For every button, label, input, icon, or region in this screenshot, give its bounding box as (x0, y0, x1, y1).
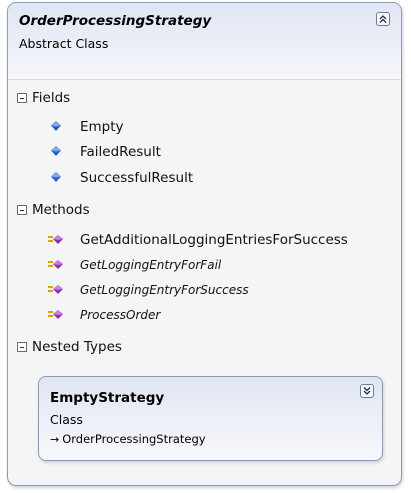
class-shape[interactable]: OrderProcessingStrategy Abstract Class F… (7, 2, 402, 486)
method-item[interactable]: GetLoggingEntryForFail (48, 255, 221, 275)
method-icon (48, 260, 63, 269)
class-stereotype: Abstract Class (19, 36, 109, 51)
inheritance-arrow-icon: → (50, 432, 60, 446)
double-chevron-down-icon (363, 387, 371, 395)
field-icon (51, 121, 61, 131)
field-item[interactable]: SuccessfulResult (48, 168, 193, 188)
method-icon (48, 235, 63, 244)
class-header: OrderProcessingStrategy Abstract Class (8, 3, 401, 80)
method-name: GetAdditionalLoggingEntriesForSuccess (80, 232, 348, 248)
field-icon (51, 146, 61, 156)
expand-button[interactable] (360, 384, 374, 398)
methods-label: Methods (32, 202, 90, 218)
fields-label: Fields (32, 90, 71, 106)
method-name: ProcessOrder (80, 308, 161, 322)
collapse-toggle-icon[interactable] (17, 205, 27, 215)
double-chevron-up-icon (379, 15, 387, 23)
collapse-toggle-icon[interactable] (17, 342, 27, 352)
method-name: GetLoggingEntryForFail (80, 258, 222, 272)
field-icon (51, 172, 61, 182)
method-name: GetLoggingEntryForSuccess (80, 283, 249, 297)
nested-class-base: → OrderProcessingStrategy (50, 432, 206, 446)
nested-class-name[interactable]: EmptyStrategy (50, 390, 164, 406)
field-name: SuccessfulResult (80, 170, 194, 186)
method-item[interactable]: GetAdditionalLoggingEntriesForSuccess (48, 230, 348, 250)
method-icon (48, 310, 63, 319)
class-name[interactable]: OrderProcessingStrategy (19, 13, 211, 29)
field-name: Empty (80, 119, 124, 135)
nested-class-shape[interactable]: EmptyStrategy Class → OrderProcessingStr… (38, 376, 383, 461)
nested-types-label: Nested Types (32, 339, 122, 355)
collapse-button[interactable] (376, 12, 390, 26)
nested-types-section-header[interactable]: Nested Types (8, 336, 401, 358)
field-item[interactable]: Empty (48, 117, 124, 137)
collapse-toggle-icon[interactable] (17, 93, 27, 103)
method-icon (48, 285, 63, 294)
base-class-name: OrderProcessingStrategy (62, 432, 206, 446)
nested-class-kind: Class (50, 412, 83, 427)
field-name: FailedResult (80, 144, 161, 160)
fields-section-header[interactable]: Fields (8, 87, 401, 109)
method-item[interactable]: GetLoggingEntryForSuccess (48, 280, 249, 300)
method-item[interactable]: ProcessOrder (48, 305, 160, 325)
methods-section-header[interactable]: Methods (8, 199, 401, 221)
field-item[interactable]: FailedResult (48, 142, 161, 162)
